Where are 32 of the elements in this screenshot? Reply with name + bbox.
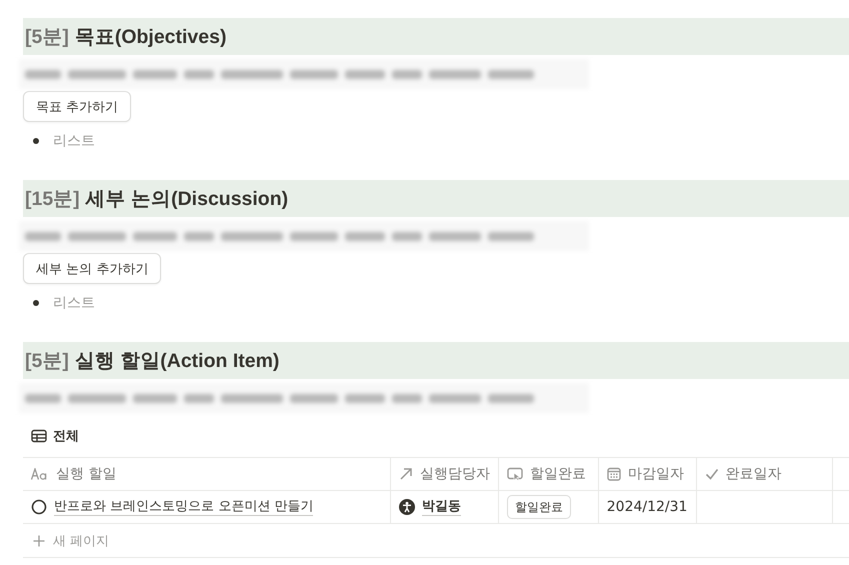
assignee-link[interactable]: 박길동 bbox=[422, 498, 462, 516]
column-header[interactable]: 할일완료 bbox=[499, 458, 599, 490]
column-header[interactable]: 실행 할일 bbox=[23, 458, 392, 490]
heading-title: 목표(Objectives) bbox=[74, 25, 226, 50]
heading-prefix: [5분] bbox=[25, 25, 69, 50]
date-cell: 2024/12/31 bbox=[606, 499, 688, 515]
heading-title: 실행 할일(Action Item) bbox=[74, 349, 280, 374]
new-page-button[interactable]: 새 페이지 bbox=[23, 523, 849, 558]
heading-title: 세부 논의(Discussion) bbox=[86, 187, 288, 212]
check-icon bbox=[704, 467, 719, 481]
list-item-field[interactable]: 리스트 bbox=[53, 294, 95, 312]
column-header[interactable]: 완료일자 bbox=[696, 458, 834, 490]
add-button[interactable]: 목표 추가하기 bbox=[23, 91, 132, 122]
add-button[interactable]: 세부 논의 추가하기 bbox=[23, 253, 162, 284]
heading-prefix: [15분] bbox=[25, 187, 80, 212]
bullet-icon bbox=[33, 300, 39, 306]
person-icon bbox=[399, 499, 416, 515]
plus-icon bbox=[33, 534, 45, 546]
text-format-icon bbox=[31, 468, 49, 480]
done-button[interactable]: 할일완료 bbox=[506, 495, 571, 519]
list-item-field[interactable]: 리스트 bbox=[53, 132, 95, 150]
cursor-icon bbox=[507, 467, 524, 481]
arrow-icon bbox=[399, 467, 414, 481]
view-tab[interactable]: 전체 bbox=[31, 426, 79, 446]
bullet-icon bbox=[33, 138, 39, 144]
column-header[interactable]: 실행담당자 bbox=[391, 458, 500, 490]
calendar-icon bbox=[606, 467, 621, 481]
page-title-link[interactable]: 반프로와 브레인스토밍으로 오픈미션 만들기 bbox=[54, 498, 314, 516]
table-icon bbox=[31, 429, 47, 443]
circle-icon bbox=[31, 499, 47, 515]
heading-prefix: [5분] bbox=[25, 349, 69, 374]
column-header[interactable]: 마감일자 bbox=[598, 458, 697, 490]
